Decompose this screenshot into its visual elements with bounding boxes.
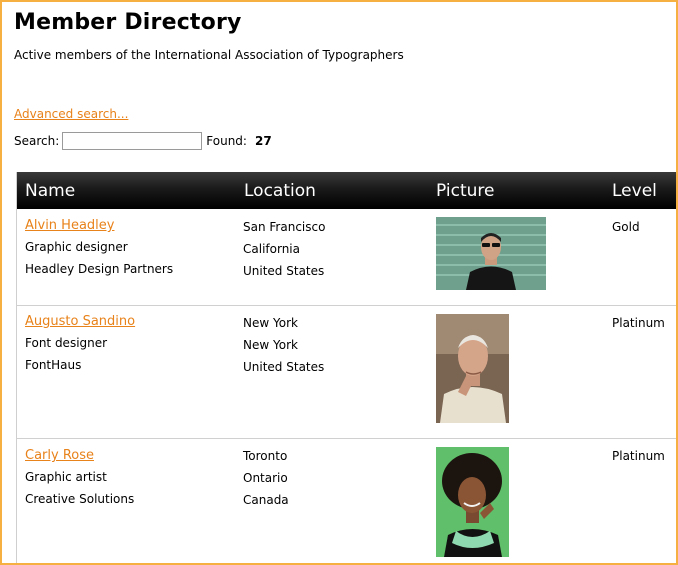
level-cell: Gold	[612, 216, 640, 238]
location-region: California	[243, 242, 300, 256]
search-bar: Search: Found: 27	[14, 132, 272, 150]
found-count: 27	[254, 134, 272, 148]
member-title: Graphic designer	[25, 240, 128, 254]
member-company: Headley Design Partners	[25, 262, 174, 276]
name-cell: Carly Rose Graphic artist Creative Solut…	[25, 444, 134, 510]
table-header: Name Location Picture Level	[17, 172, 676, 209]
location-country: United States	[243, 264, 325, 278]
header-name[interactable]: Name	[25, 181, 75, 201]
member-name-link[interactable]: Carly Rose	[25, 448, 94, 463]
table-row: Alvin Headley Graphic designer Headley D…	[17, 209, 676, 306]
member-title: Graphic artist	[25, 470, 107, 484]
table-row: Carly Rose Graphic artist Creative Solut…	[17, 439, 676, 563]
found-label: Found:	[206, 134, 247, 148]
search-input[interactable]	[62, 132, 203, 150]
member-company: FontHaus	[25, 358, 82, 372]
level-cell: Platinum	[612, 312, 665, 334]
member-photo	[436, 314, 509, 423]
member-photo	[436, 217, 546, 290]
location-cell: San Francisco California United States	[243, 216, 325, 282]
directory-page: Member Directory Active members of the I…	[0, 0, 678, 565]
member-photo	[436, 447, 509, 557]
member-level: Platinum	[612, 449, 665, 463]
member-level: Gold	[612, 220, 640, 234]
location-cell: New York New York United States	[243, 312, 324, 378]
location-city: Toronto	[243, 449, 288, 463]
header-level[interactable]: Level	[612, 181, 657, 201]
location-region: New York	[243, 338, 298, 352]
location-country: Canada	[243, 493, 289, 507]
advanced-search-link[interactable]: Advanced search...	[14, 107, 128, 121]
name-cell: Alvin Headley Graphic designer Headley D…	[25, 214, 173, 280]
member-name-link[interactable]: Alvin Headley	[25, 218, 114, 233]
table-row: Augusto Sandino Font designer FontHaus N…	[17, 306, 676, 439]
location-region: Ontario	[243, 471, 288, 485]
header-location[interactable]: Location	[244, 181, 316, 201]
header-picture: Picture	[436, 181, 495, 201]
member-level: Platinum	[612, 316, 665, 330]
page-title: Member Directory	[14, 10, 242, 35]
location-city: San Francisco	[243, 220, 326, 234]
location-city: New York	[243, 316, 298, 330]
member-table: Name Location Picture Level Alvin Headle…	[16, 172, 676, 563]
location-cell: Toronto Ontario Canada	[243, 445, 289, 511]
member-company: Creative Solutions	[25, 492, 135, 506]
page-subtitle: Active members of the International Asso…	[14, 48, 404, 62]
location-country: United States	[243, 360, 325, 374]
member-name-link[interactable]: Augusto Sandino	[25, 314, 135, 329]
name-cell: Augusto Sandino Font designer FontHaus	[25, 310, 135, 376]
level-cell: Platinum	[612, 445, 665, 467]
member-title: Font designer	[25, 336, 108, 350]
search-label: Search:	[14, 134, 60, 148]
